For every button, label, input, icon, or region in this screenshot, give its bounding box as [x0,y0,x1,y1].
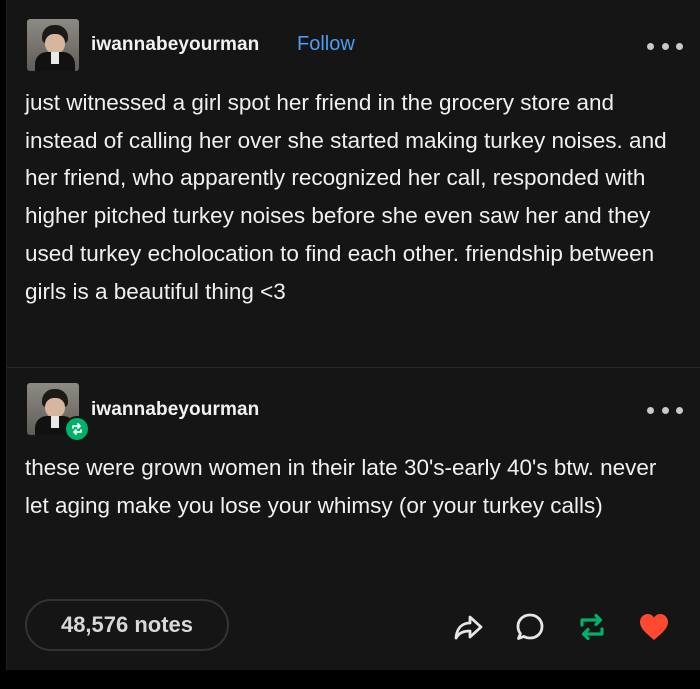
reply-icon[interactable] [513,610,547,644]
divider [7,367,700,368]
share-icon[interactable] [451,610,485,644]
author-avatar[interactable] [27,19,79,71]
more-options-icon[interactable] [647,40,683,52]
author-username[interactable]: iwannabeyourman [91,34,259,56]
post-card: iwannabeyourman Follow just witnessed a … [6,0,700,670]
reblog-icon[interactable] [575,610,609,644]
reblog-body: these were grown women in their late 30'… [25,455,657,518]
follow-button[interactable]: Follow [297,33,355,56]
post-body: just witnessed a girl spot her friend in… [25,90,667,304]
reblog-badge-icon [64,416,90,442]
reblogger-username[interactable]: iwannabeyourman [91,399,259,421]
notes-count-button[interactable]: 48,576 notes [25,599,229,651]
notes-count-label: 48,576 notes [60,612,194,637]
heart-icon[interactable] [637,610,671,644]
more-options-icon[interactable] [647,404,683,416]
